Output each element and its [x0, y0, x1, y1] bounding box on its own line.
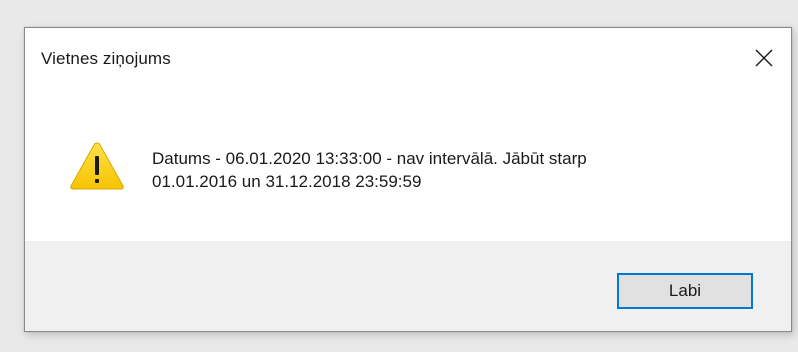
- ok-button[interactable]: Labi: [617, 273, 753, 309]
- dialog-title: Vietnes ziņojums: [41, 49, 171, 68]
- warning-icon: [70, 142, 124, 190]
- message-line-2: 01.01.2016 un 31.12.2018 23:59:59: [152, 172, 422, 191]
- dialog-titlebar: Vietnes ziņojums: [25, 28, 791, 92]
- dialog-content: Datums - 06.01.2020 13:33:00 - nav inter…: [25, 92, 791, 242]
- close-icon: [755, 49, 773, 67]
- message-line-1: Datums - 06.01.2020 13:33:00 - nav inter…: [152, 149, 587, 168]
- dialog-message: Datums - 06.01.2020 13:33:00 - nav inter…: [152, 147, 772, 193]
- alert-dialog: Vietnes ziņojums Datums - 06.01.2020 13:…: [24, 27, 792, 332]
- dialog-footer: Labi: [25, 241, 791, 331]
- close-button[interactable]: [741, 38, 787, 78]
